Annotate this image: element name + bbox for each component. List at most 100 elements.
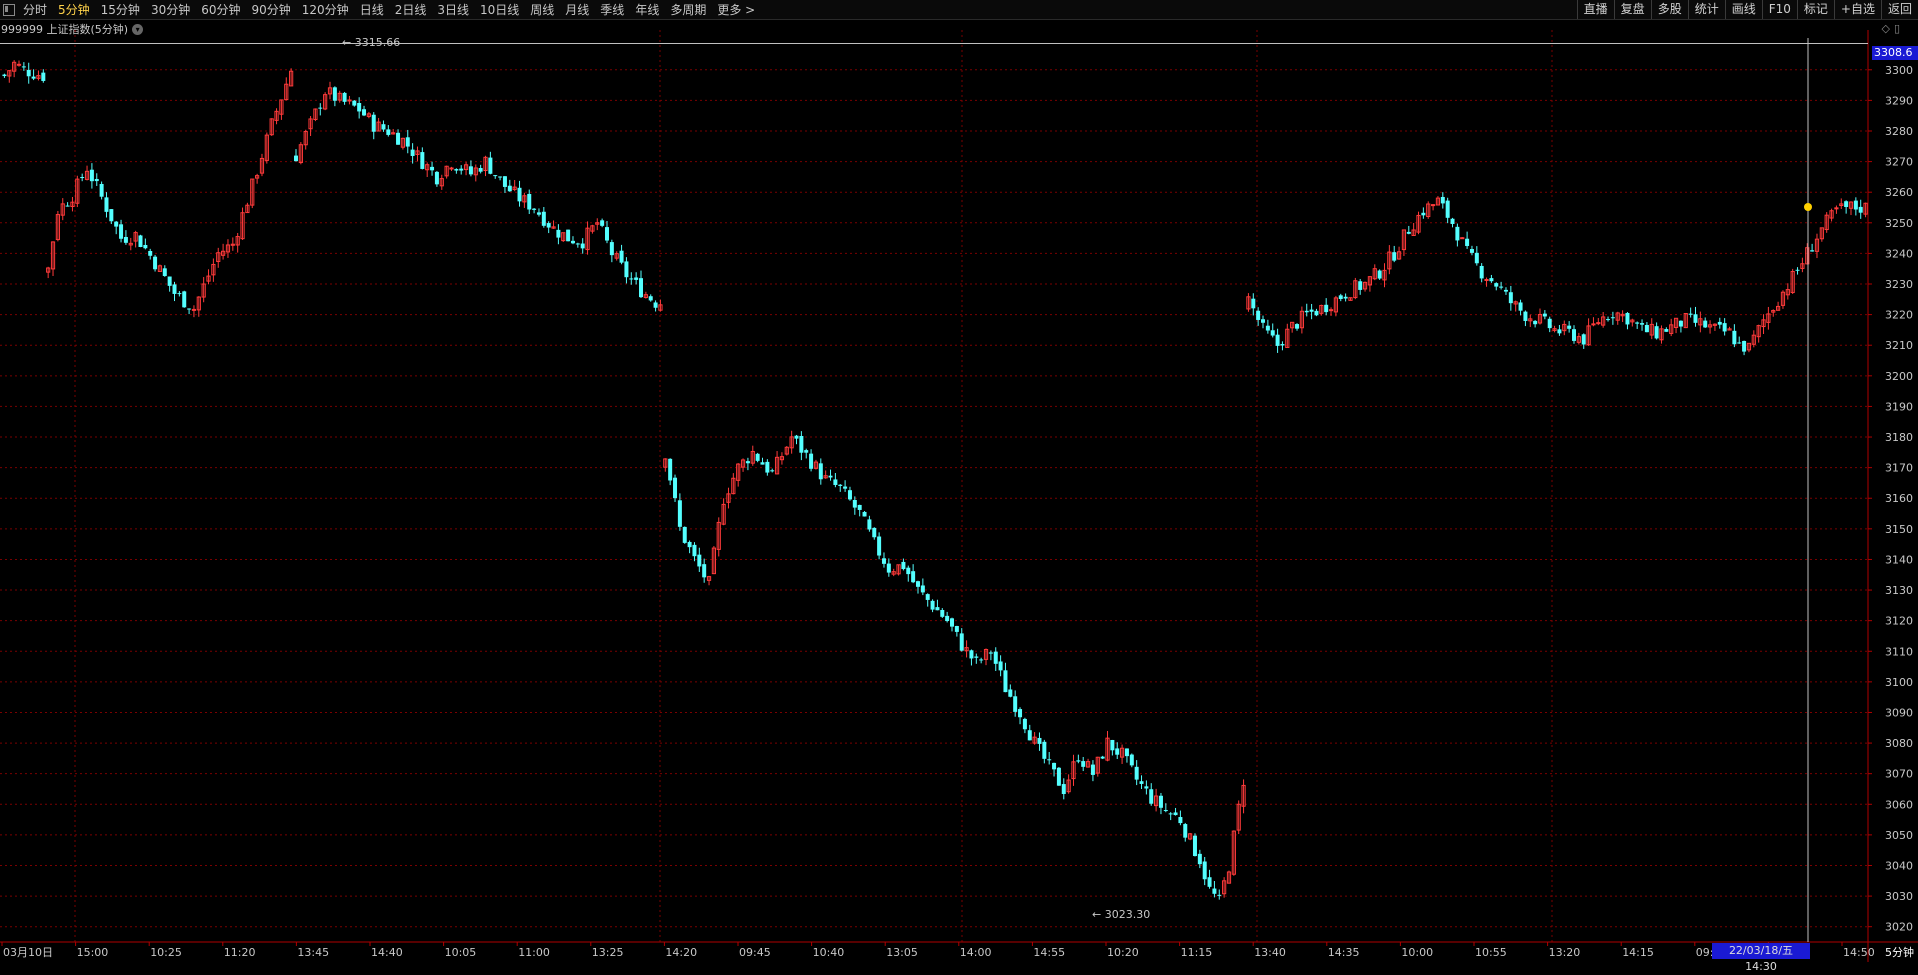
candle-body (1664, 329, 1669, 332)
candle-body (940, 609, 945, 617)
candle-body (468, 166, 473, 175)
candle-body (187, 308, 192, 310)
candle-body (1465, 238, 1470, 246)
candle-body (536, 212, 541, 215)
candle-body (1207, 877, 1212, 887)
x-tick-label: 13:40 (1254, 946, 1286, 959)
candle-body (546, 223, 551, 228)
candle-body (371, 114, 376, 132)
candle-body (653, 302, 658, 308)
candle-body (682, 526, 687, 543)
x-tick-label: 13:25 (592, 946, 624, 959)
candle-body (1256, 310, 1261, 320)
y-tick-label: 3060 (1885, 798, 1913, 811)
candle-body (1270, 330, 1275, 336)
candle-body (1581, 334, 1586, 345)
x-tick-label: 11:00 (518, 946, 550, 959)
candle-body (1061, 784, 1066, 795)
candle-body (89, 169, 94, 182)
candle-body (532, 208, 537, 210)
candle-body (843, 486, 848, 489)
y-tick-label: 3160 (1885, 492, 1913, 505)
candle-body (673, 477, 678, 499)
candle-body (697, 554, 702, 567)
candle-body (1042, 741, 1047, 759)
candle-body (809, 453, 814, 469)
candle-body (410, 149, 415, 156)
candle-body (1377, 270, 1382, 279)
x-tick-label: 10:00 (1401, 946, 1433, 959)
candle-body (1090, 764, 1095, 775)
x-tick-label: 14:40 (371, 946, 403, 959)
x-tick-label: 14:20 (665, 946, 697, 959)
candle-body (566, 229, 571, 242)
candle-body (1212, 888, 1217, 894)
candle-body (1139, 781, 1144, 784)
x-tick-label: 11:15 (1181, 946, 1213, 959)
candle-body (570, 240, 575, 244)
candle-body (1421, 212, 1426, 216)
candle-body (342, 92, 347, 102)
candle-body (1343, 296, 1348, 299)
candle-body (31, 76, 36, 79)
candle-body (872, 527, 877, 538)
candle-body (507, 185, 512, 192)
candle-body (600, 220, 605, 226)
candle-body (357, 103, 362, 112)
candle-body (619, 250, 624, 263)
candle-body (381, 124, 386, 130)
candle-body (1052, 762, 1057, 770)
candle-body (634, 277, 639, 280)
y-tick-label: 3290 (1885, 94, 1913, 107)
event-marker (1804, 203, 1812, 211)
candle-body (1192, 835, 1197, 857)
candle-body (1737, 342, 1742, 344)
candle-body (1309, 309, 1314, 312)
candle-body (153, 256, 158, 270)
candle-body (1722, 323, 1727, 332)
candle-body (449, 167, 454, 170)
candle-body (16, 63, 22, 66)
candle-body (1265, 325, 1270, 331)
candle-body (1003, 670, 1008, 693)
candle-body (420, 152, 425, 169)
candle-body (1810, 250, 1815, 252)
y-tick-label: 3230 (1885, 278, 1913, 291)
candle-body (974, 656, 979, 658)
candle-body (109, 209, 114, 222)
candle-body (1858, 206, 1863, 213)
x-tick-label: 10:55 (1475, 946, 1507, 959)
candle-body (1469, 249, 1474, 253)
candle-body (114, 221, 119, 227)
candle-body (755, 453, 760, 461)
candle-body (954, 626, 959, 632)
candle-body (1494, 283, 1499, 287)
candle-body (318, 107, 323, 109)
candle-body (162, 268, 167, 276)
candle-body (862, 511, 867, 517)
y-tick-label: 3190 (1885, 400, 1913, 413)
y-tick-label: 3120 (1885, 615, 1913, 628)
candle-body (1557, 329, 1562, 334)
candle-body (1533, 320, 1538, 325)
x-tick-label: 14:50 (1843, 946, 1875, 959)
candle-body (1625, 312, 1630, 325)
candle-body (1703, 320, 1708, 328)
candle-body (1688, 313, 1693, 315)
y-tick-label: 3280 (1885, 125, 1913, 138)
candle-body (1732, 330, 1737, 345)
candle-body (2, 74, 7, 77)
candle-body (21, 66, 26, 68)
candle-body (1275, 334, 1280, 346)
candle-body (434, 171, 439, 185)
candle-body (794, 435, 799, 439)
candle-body (1217, 894, 1222, 896)
y-tick-label: 3130 (1885, 584, 1913, 597)
candle-body (950, 618, 955, 627)
candle-body (347, 99, 352, 102)
candle-body (1110, 739, 1115, 751)
y-tick-label: 3240 (1885, 247, 1913, 260)
candlestick-chart[interactable]: 3300 3290 3280 3270 3260 3250 3240 3230 3220 3210… (0, 0, 1918, 962)
candle-body (1499, 286, 1504, 288)
candle-body (1844, 201, 1849, 207)
